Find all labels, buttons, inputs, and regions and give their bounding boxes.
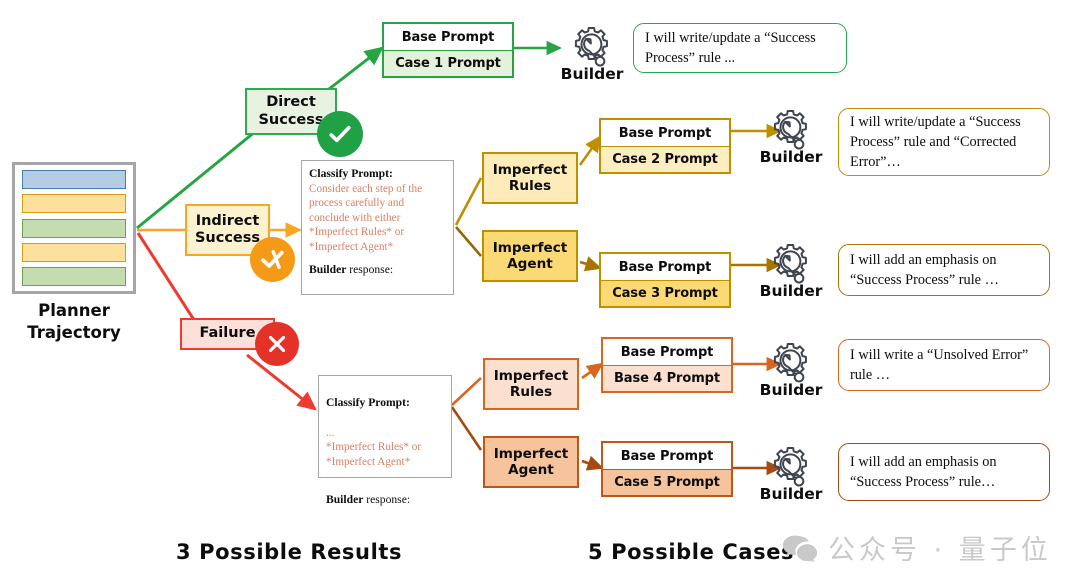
prompt-stack-case-1[interactable]: Base Prompt Case 1 Prompt xyxy=(382,22,514,78)
bubble-text-4: I will write a “Unsolved Error” rule … xyxy=(850,346,1029,383)
case2-base-prompt[interactable]: Base Prompt xyxy=(601,120,729,146)
case4-case-prompt[interactable]: Base 4 Prompt xyxy=(603,365,731,391)
edge-classify2-to-imperfect-rules xyxy=(451,377,482,406)
bubble-case-4: I will write a “Unsolved Error” rule … xyxy=(838,339,1050,391)
prompt-stack-case-3[interactable]: Base Prompt Case 3 Prompt xyxy=(599,252,731,308)
planner-trajectory-label: Planner Trajectory xyxy=(6,300,142,344)
builder-case-5: Builder xyxy=(757,444,825,503)
classify2-response-label: Builder xyxy=(326,492,364,506)
trajectory-bar-step-4 xyxy=(22,242,126,262)
classify-prompt-failure: Classify Prompt: ... *Imperfect Rules* o… xyxy=(318,375,452,506)
classify-prompt-indirect: Classify Prompt: Consider each step of t… xyxy=(301,160,454,295)
bubble-case-2: I will write/update a “Success Process” … xyxy=(838,108,1050,176)
classify1-response: Builder response: xyxy=(309,263,446,278)
gear-wrench-icon xyxy=(773,343,807,383)
gear-wrench-icon xyxy=(773,447,807,487)
bubble-text-5: I will add an emphasis on “Success Proce… xyxy=(850,453,997,490)
footer-caption-cases: 5 Possible Cases xyxy=(588,540,795,564)
trajectory-bar-step-1 xyxy=(22,170,126,189)
case3-case-prompt[interactable]: Case 3 Prompt xyxy=(601,280,729,306)
check-cross-icon xyxy=(250,237,295,282)
bubble-text-2: I will write/update a “Success Process” … xyxy=(850,113,1021,171)
indirect-success-line1: Indirect xyxy=(195,212,260,229)
edge-imperfect-rules-to-case2 xyxy=(578,135,602,166)
planner-trajectory-box xyxy=(12,162,136,294)
builder-label-3: Builder xyxy=(759,282,823,300)
watermark: 公众号 · 量子位 xyxy=(782,528,1052,567)
case1-case-prompt[interactable]: Case 1 Prompt xyxy=(384,50,512,76)
builder-case-4: Builder xyxy=(757,340,825,399)
bubble-text-1: I will write/update a “Success Process” … xyxy=(645,29,816,66)
branch-failure-imperfect-rules[interactable]: Imperfect Rules xyxy=(483,358,579,410)
branch4-line2: Agent xyxy=(508,462,554,478)
wechat-icon xyxy=(782,535,818,562)
builder-label-4: Builder xyxy=(759,381,823,399)
indirect-success-line2: Success xyxy=(194,230,261,246)
builder-case-1: Builder xyxy=(558,24,626,83)
trajectory-bar-step-5 xyxy=(22,267,126,286)
trajectory-bar-step-2 xyxy=(22,194,126,214)
failure-label: Failure xyxy=(199,325,256,342)
bubble-case-5: I will add an emphasis on “Success Proce… xyxy=(838,443,1050,501)
footer-caption-results: 3 Possible Results xyxy=(176,540,403,564)
classify2-header: Classify Prompt: xyxy=(326,396,410,410)
case3-base-prompt[interactable]: Base Prompt xyxy=(601,254,729,280)
case1-base-prompt[interactable]: Base Prompt xyxy=(384,24,512,50)
classify1-response-suffix: response: xyxy=(346,263,394,277)
planner-label-line1: Planner xyxy=(38,301,110,320)
classify1-header: Classify Prompt: xyxy=(309,167,393,180)
branch3-line2: Rules xyxy=(509,384,553,400)
branch1-line1: Imperfect xyxy=(492,161,568,178)
builder-case-2: Builder xyxy=(757,107,825,166)
branch-indirect-imperfect-agent[interactable]: Imperfect Agent xyxy=(482,230,578,282)
edge-classify2-to-imperfect-agent xyxy=(450,406,483,451)
branch-indirect-imperfect-rules[interactable]: Imperfect Rules xyxy=(482,152,578,204)
edge-classify1-to-imperfect-agent xyxy=(455,226,482,257)
diagram-canvas: Planner Trajectory Direct Success Indire… xyxy=(0,0,1080,586)
edge-classify1-to-imperfect-rules xyxy=(454,177,483,226)
edge-imperfect-rules-to-case4 xyxy=(581,362,604,380)
gear-wrench-icon xyxy=(574,27,608,67)
check-cross-glyph xyxy=(260,249,284,269)
classify2-response-suffix: response: xyxy=(363,492,411,506)
edge-imperfect-agent-to-case5 xyxy=(581,455,604,471)
classify2-response: Builder response: xyxy=(326,493,444,508)
classify1-response-label: Builder xyxy=(309,263,347,277)
branch2-line1: Imperfect xyxy=(492,239,568,256)
case5-base-prompt[interactable]: Base Prompt xyxy=(603,443,731,469)
prompt-stack-case-2[interactable]: Base Prompt Case 2 Prompt xyxy=(599,118,731,174)
builder-label-2: Builder xyxy=(759,148,823,166)
prompt-stack-case-5[interactable]: Base Prompt Case 5 Prompt xyxy=(601,441,733,497)
branch3-line1: Imperfect xyxy=(493,367,569,384)
case5-case-prompt[interactable]: Case 5 Prompt xyxy=(603,469,731,495)
bubble-text-3: I will add an emphasis on “Success Proce… xyxy=(850,251,999,288)
prompt-stack-case-4[interactable]: Base Prompt Base 4 Prompt xyxy=(601,337,733,393)
bubble-case-3: I will add an emphasis on “Success Proce… xyxy=(838,244,1050,296)
gear-wrench-icon xyxy=(773,244,807,284)
branch-failure-imperfect-agent[interactable]: Imperfect Agent xyxy=(483,436,579,488)
trajectory-bar-step-3 xyxy=(22,218,126,238)
classify2-body: ... *Imperfect Rules* or *Imperfect Agen… xyxy=(326,426,422,468)
planner-label-line2: Trajectory xyxy=(27,322,121,342)
branch2-line2: Agent xyxy=(507,256,553,272)
classify1-body: Consider each step of the process carefu… xyxy=(309,182,423,253)
builder-case-3: Builder xyxy=(757,241,825,300)
bubble-case-1: I will write/update a “Success Process” … xyxy=(633,23,847,73)
watermark-text: 公众号 · 量子位 xyxy=(828,535,1052,566)
case4-base-prompt[interactable]: Base Prompt xyxy=(603,339,731,365)
direct-success-line2: Success xyxy=(258,111,324,128)
builder-label-5: Builder xyxy=(759,485,823,503)
direct-success-line1: Direct xyxy=(266,94,316,111)
cross-icon xyxy=(255,322,299,366)
edge-imperfect-agent-to-case3 xyxy=(579,256,602,272)
gear-wrench-icon xyxy=(773,110,807,150)
branch4-line1: Imperfect xyxy=(493,445,569,462)
builder-label-1: Builder xyxy=(560,65,624,83)
check-icon xyxy=(317,111,363,157)
cross-glyph xyxy=(268,335,286,353)
case2-case-prompt[interactable]: Case 2 Prompt xyxy=(601,146,729,172)
check-glyph xyxy=(329,125,351,143)
branch1-line2: Rules xyxy=(508,178,552,194)
